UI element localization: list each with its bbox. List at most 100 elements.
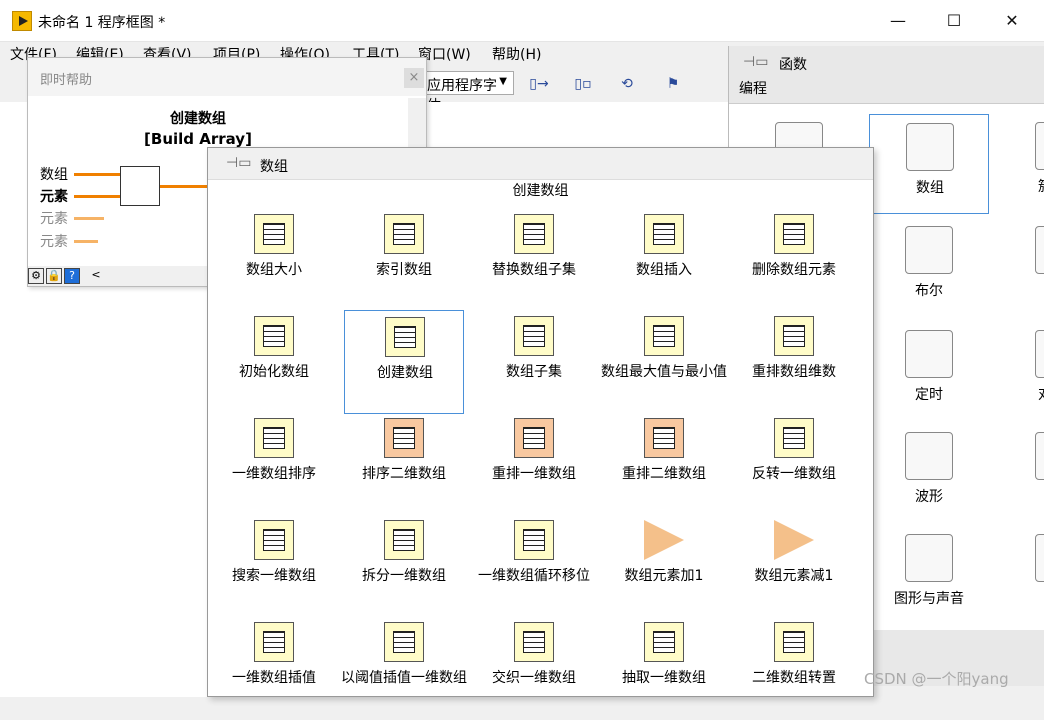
help-icon[interactable]: ? [64,268,80,284]
array-function-item[interactable]: 抽取一维数组 [604,616,724,720]
watermark: CSDN @一个阳yang [864,670,1009,688]
array-function-label: 排序二维数组 [362,466,446,482]
array-function-icon [644,520,684,560]
context-help-title: 即时帮助 [40,73,93,88]
wire [74,195,120,198]
array-function-item[interactable]: 数组插入 [604,208,724,312]
toolbar: 应用程序字体 ▯→ ▯▫ ⟲ ⚑ [420,68,730,114]
array-function-item[interactable]: 重排数组维数 [734,310,854,414]
array-function-item[interactable]: 数组元素加1 [604,514,724,618]
array-palette-title: 数组 [260,159,288,175]
array-function-icon [254,418,294,458]
wire [74,217,104,220]
array-function-item[interactable]: 索引数组 [344,208,464,312]
array-function-item[interactable]: 一维数组循环移位 [474,514,594,618]
font-select[interactable]: 应用程序字体 [422,71,514,114]
array-function-label: 以阈值插值一维数组 [341,670,467,686]
array-function-item[interactable]: 交织一维数组 [474,616,594,720]
array-function-icon [384,622,424,662]
array-function-item[interactable]: 一维数组插值 [214,616,334,720]
close-button[interactable]: ✕ [990,6,1034,36]
array-icon [906,123,954,171]
array-function-item[interactable]: 数组大小 [214,208,334,312]
array-function-item[interactable]: 删除数组元素 [734,208,854,312]
help-function-name: 创建数组 [170,111,226,127]
func-item-cluster-class[interactable]: 簇、类 [999,114,1044,214]
distribute-icon[interactable]: ▯▫ [566,72,600,96]
func-item-label: 定时 [915,387,943,403]
func-item-dialog[interactable]: 对话框 [999,322,1044,422]
menu-help[interactable]: 帮助(H) [492,44,541,64]
array-function-icon [644,316,684,356]
align-icon[interactable]: ▯→ [522,72,556,96]
array-function-icon [514,622,554,662]
array-function-icon [254,316,294,356]
array-function-icon [514,316,554,356]
func-item-label: 簇、类 [999,176,1044,196]
cluster-class-icon [1035,122,1044,170]
func-item-waveform[interactable]: 波形 [869,424,989,524]
func-item-timing[interactable]: 定时 [869,322,989,422]
array-function-item[interactable]: 拆分一维数组 [344,514,464,618]
minimize-button[interactable]: — [876,6,920,36]
array-function-item[interactable]: 重排二维数组 [604,412,724,516]
terminal-label: 数组 [40,167,68,183]
boolean-icon [905,226,953,274]
array-function-icon [774,622,814,662]
array-function-label: 创建数组 [377,365,433,381]
functions-palette-title: 函数 [779,57,807,73]
timer-icon [905,330,953,378]
maximize-button[interactable]: ☐ [932,6,976,36]
array-function-item[interactable]: 搜索一维数组 [214,514,334,618]
array-function-item[interactable]: 数组子集 [474,310,594,414]
array-function-icon [384,520,424,560]
array-function-item[interactable]: 以阈值插值一维数组 [341,616,467,720]
array-function-item[interactable]: 创建数组 [344,310,464,414]
array-function-item[interactable]: 数组最大值与最小值 [601,310,727,414]
cleanup-icon[interactable]: ⚑ [656,72,690,96]
array-function-item[interactable]: 初始化数组 [214,310,334,414]
array-function-item[interactable]: 反转一维数组 [734,412,854,516]
array-function-icon [644,214,684,254]
pin-icon[interactable]: ⊣▭ [226,155,251,171]
array-function-label: 重排数组维数 [752,364,836,380]
func-item-label: 数组 [916,180,944,196]
func-item-boolean[interactable]: 布尔 [869,218,989,318]
array-function-label: 数组插入 [636,262,692,278]
array-function-item[interactable]: 二维数组转置 [734,616,854,720]
waveform-icon [905,432,953,480]
func-item-graphics-sound[interactable]: 图形与声音 [869,526,989,626]
array-function-icon [774,520,814,560]
array-function-label: 二维数组转置 [752,670,836,686]
array-function-label: 数组元素减1 [754,568,834,584]
array-function-icon [385,317,425,357]
func-item-report[interactable]: 报 [999,526,1044,626]
array-function-icon [644,418,684,458]
scroll-left-icon[interactable]: < [88,268,104,284]
func-item-string[interactable]: 字 [999,218,1044,318]
array-function-item[interactable]: 一维数组排序 [214,412,334,516]
array-function-label: 拆分一维数组 [362,568,446,584]
func-item-application[interactable]: 应用 [999,424,1044,524]
array-palette-subtitle: 创建数组 [512,183,569,199]
application-icon [1035,432,1044,480]
func-item-label: 图形与声音 [894,591,964,607]
array-function-icon [514,520,554,560]
array-function-item[interactable]: 重排一维数组 [474,412,594,516]
settings-icon[interactable]: ⚙ [28,268,44,284]
array-function-icon [254,520,294,560]
lock-icon[interactable]: 🔒 [46,268,62,284]
close-icon[interactable]: × [404,68,424,88]
array-function-label: 交织一维数组 [492,670,576,686]
reorder-icon[interactable]: ⟲ [610,72,644,96]
array-function-item[interactable]: 替换数组子集 [474,208,594,312]
array-function-item[interactable]: 排序二维数组 [344,412,464,516]
build-array-node-icon [120,166,160,206]
array-function-icon [774,418,814,458]
func-item-label: 对话框 [999,384,1044,404]
array-function-item[interactable]: 数组元素减1 [734,514,854,618]
pin-icon[interactable]: ⊣▭ [743,54,768,70]
functions-palette-subtitle: 编程 [739,81,767,97]
array-function-label: 替换数组子集 [492,262,576,278]
func-item-array[interactable]: 数组 [869,114,989,214]
